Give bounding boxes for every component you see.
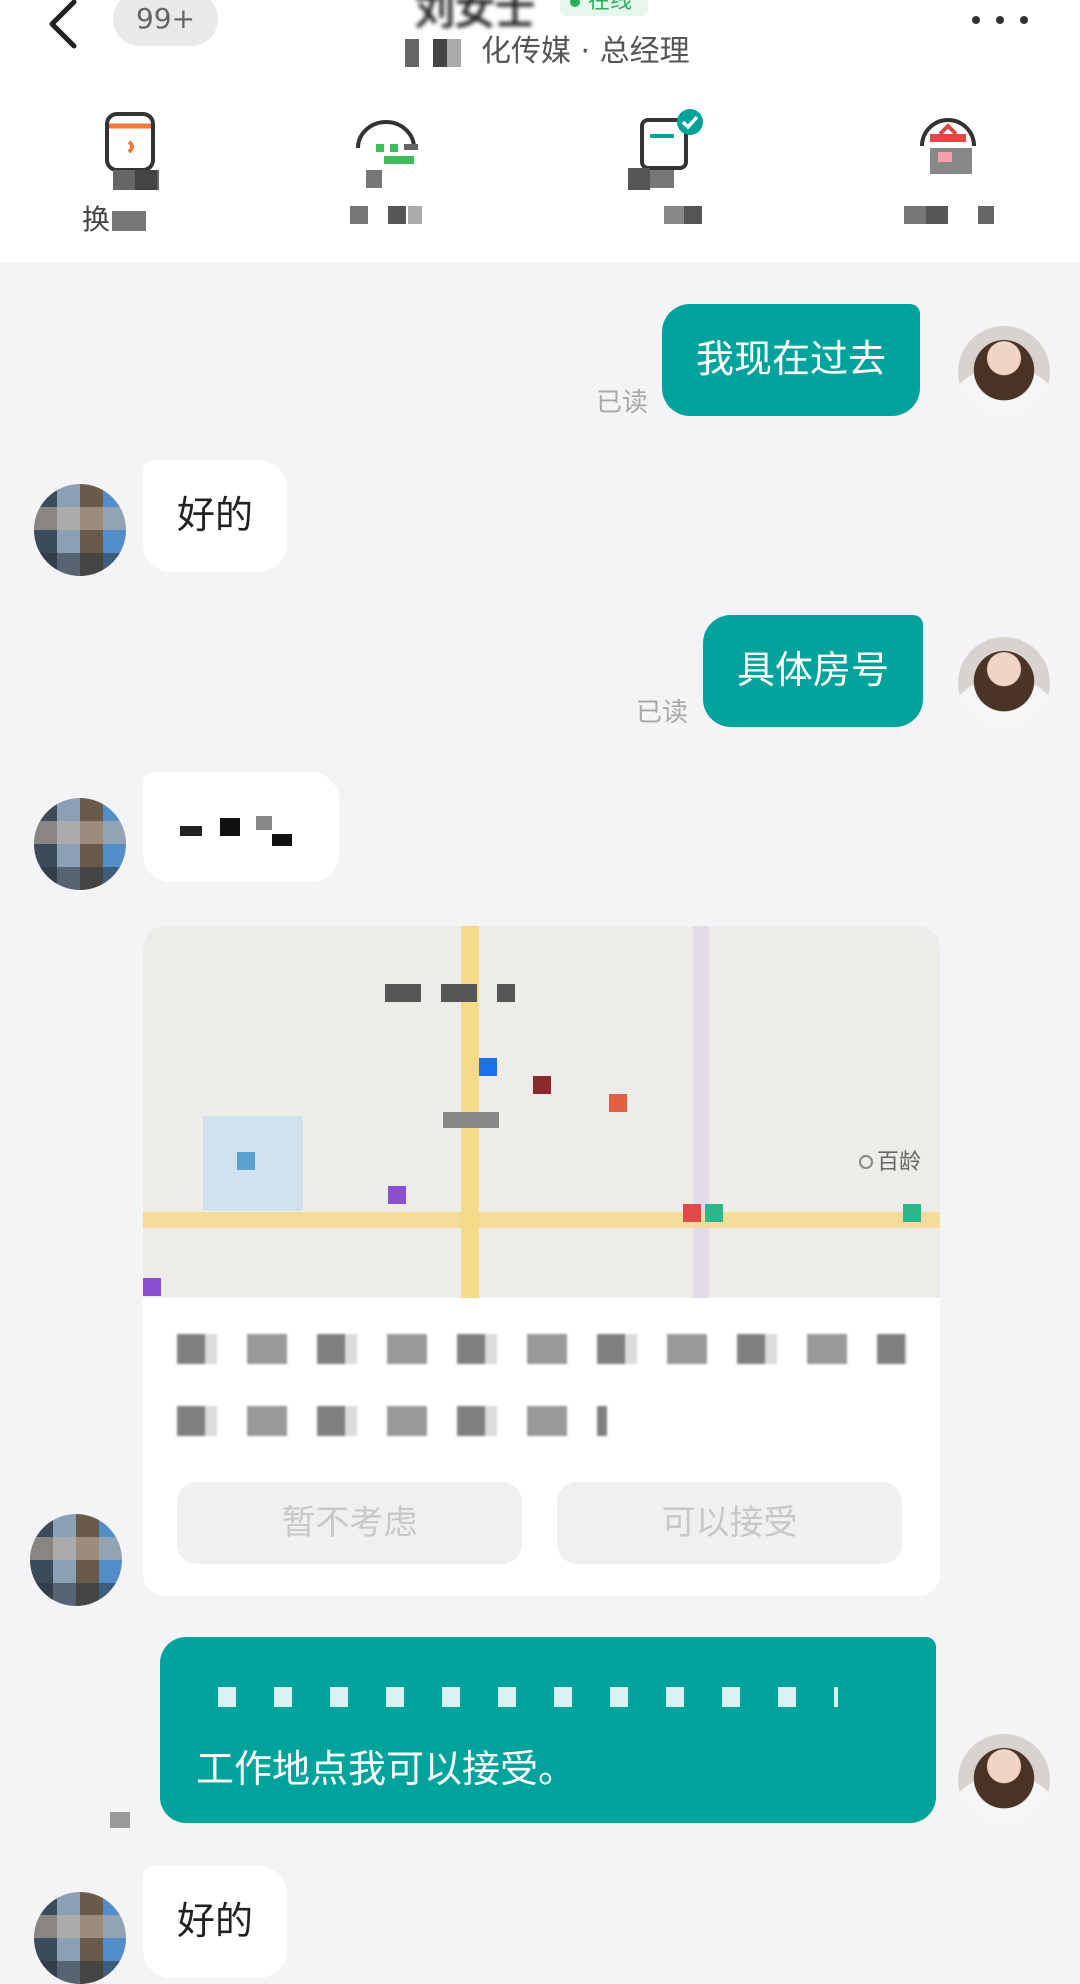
more-button[interactable] — [972, 8, 1028, 32]
location-pin-icon — [479, 1058, 497, 1076]
contact-avatar[interactable] — [30, 1514, 122, 1606]
contact-avatar[interactable] — [34, 798, 126, 890]
my-avatar[interactable] — [958, 326, 1050, 418]
location-map[interactable]: 百龄 — [143, 926, 940, 1298]
wechat-swap-icon — [356, 120, 418, 164]
action-swap-wechat[interactable] — [318, 108, 468, 238]
chat-header: 99+ 刘女士 在线 化传媒 · 总经理 换 — [0, 0, 1080, 262]
gift-icon — [920, 118, 976, 174]
message-bubble-mine[interactable]: 我现在过去 — [662, 304, 921, 416]
location-card[interactable]: 百龄 暂不考虑 可以接受 — [143, 926, 940, 1596]
action-gift[interactable] — [878, 108, 1028, 238]
my-avatar[interactable] — [958, 637, 1050, 729]
unread-count-badge[interactable]: 99+ — [113, 0, 218, 46]
contact-avatar[interactable] — [34, 484, 126, 576]
action-swap-phone[interactable]: 换 — [55, 108, 205, 238]
message-bubble-theirs[interactable]: 好的 — [143, 460, 288, 572]
decline-button[interactable]: 暂不考虑 — [177, 1482, 522, 1564]
chevron-left-icon — [49, 0, 77, 49]
back-button[interactable] — [40, 0, 90, 54]
message-bubble-mine[interactable]: 具体房号 — [703, 615, 924, 727]
map-poi-label: 百龄 — [859, 1144, 921, 1176]
redacted-company-prefix — [405, 38, 475, 67]
phone-swap-icon — [105, 112, 155, 172]
company-title: 化传媒 · 总经理 — [405, 30, 690, 74]
redacted-text — [218, 1687, 838, 1707]
message-bubble-mine[interactable]: 工作地点我可以接受。 — [160, 1637, 936, 1823]
read-status: 已读 — [636, 698, 689, 728]
redacted-text — [180, 826, 202, 836]
read-status: 已读 — [596, 388, 649, 418]
action-swap-phone-label: 换 — [55, 198, 205, 238]
company-title-text: 化传媒 · 总经理 — [481, 34, 690, 69]
message-bubble-theirs[interactable]: 好的 — [143, 1866, 288, 1978]
action-send-resume[interactable] — [600, 108, 750, 238]
message-bubble-theirs[interactable] — [143, 772, 339, 882]
location-address-redacted — [177, 1334, 907, 1478]
reply-text: 工作地点我可以接受。 — [196, 1747, 577, 1791]
accept-button[interactable]: 可以接受 — [557, 1482, 902, 1564]
contact-avatar[interactable] — [34, 1892, 126, 1984]
my-avatar[interactable] — [958, 1734, 1050, 1826]
more-dots-icon — [972, 16, 1028, 24]
online-status-badge: 在线 — [560, 0, 649, 16]
